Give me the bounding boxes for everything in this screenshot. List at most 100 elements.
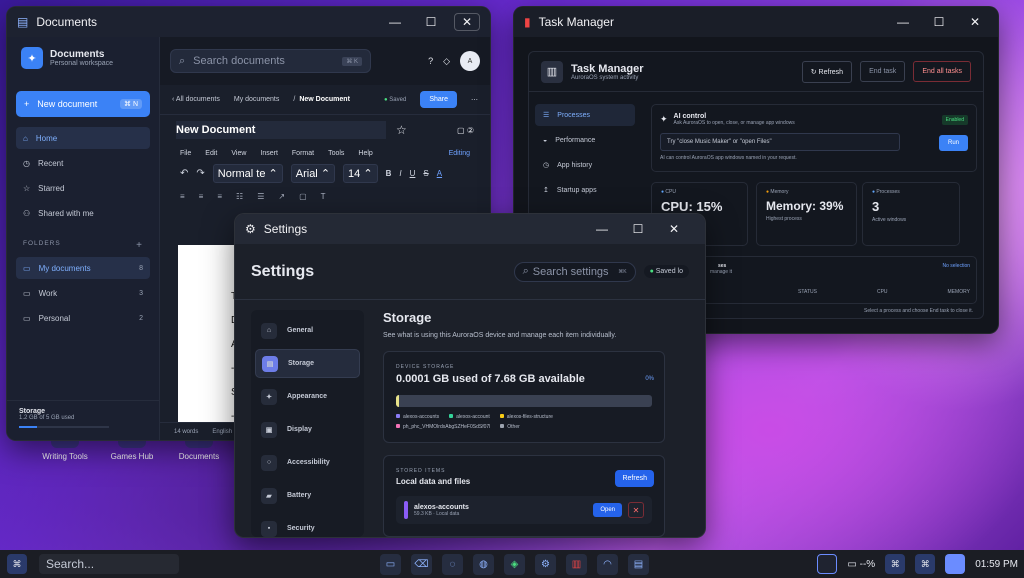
clear-format-icon[interactable]: T: [321, 192, 326, 201]
end-task-button[interactable]: End task: [860, 61, 906, 82]
col-memory[interactable]: MEMORY: [948, 289, 970, 295]
theme-icon[interactable]: ◇: [443, 56, 450, 67]
back-link[interactable]: ‹ All documents: [172, 96, 220, 103]
strikethrough-icon[interactable]: S: [423, 169, 428, 178]
task-manager-icon[interactable]: ▥: [566, 553, 587, 575]
list-icon[interactable]: ☷: [236, 192, 243, 201]
close-button[interactable]: ✕: [962, 13, 988, 31]
settings-titlebar[interactable]: ⚙ Settings — ☐ ✕: [235, 214, 705, 244]
link-icon[interactable]: ↗: [278, 192, 285, 201]
folder-item-my-documents[interactable]: ▭ My documents 8: [16, 257, 150, 279]
documents-titlebar[interactable]: ▤ Documents — ☐ ✕: [7, 7, 490, 37]
browser-icon[interactable]: ◍: [473, 553, 494, 575]
menu-tools[interactable]: Tools: [328, 150, 344, 157]
col-status[interactable]: STATUS: [798, 289, 817, 295]
underline-icon[interactable]: U: [410, 169, 416, 178]
menu-format[interactable]: Format: [292, 150, 314, 157]
tab-processes[interactable]: ☰ Processes: [535, 104, 635, 126]
nav-battery[interactable]: ▰ Battery: [255, 481, 360, 510]
minimize-button[interactable]: —: [890, 13, 916, 31]
share-button[interactable]: Share: [420, 91, 457, 108]
settings-icon[interactable]: ⚙: [535, 553, 556, 575]
editing-mode[interactable]: Editing: [449, 150, 470, 157]
col-cpu[interactable]: CPU: [877, 289, 888, 295]
undo-icon[interactable]: ↶: [180, 168, 188, 179]
search-input[interactable]: ⌕ Search documents ⌘ K: [170, 49, 371, 73]
italic-icon[interactable]: I: [399, 169, 401, 178]
help-icon[interactable]: ?: [428, 56, 433, 66]
taskbar-search-input[interactable]: Search...: [39, 554, 179, 574]
style-select[interactable]: Normal te ⌃: [212, 163, 283, 183]
bold-icon[interactable]: B: [386, 169, 392, 178]
sidebar-item-starred[interactable]: ☆ Starred: [16, 177, 150, 199]
delete-button[interactable]: ✕: [628, 502, 644, 518]
run-button[interactable]: Run: [938, 135, 968, 151]
sidebar-item-shared[interactable]: ⚇ Shared with me: [16, 202, 150, 224]
avatar[interactable]: A: [460, 51, 480, 71]
tab-app-history[interactable]: ◷ App history: [535, 154, 635, 176]
folder-item-personal[interactable]: ▭ Personal 2: [16, 307, 150, 329]
open-button[interactable]: Open: [593, 503, 622, 517]
new-document-label: New document: [37, 99, 98, 109]
nav-security[interactable]: ▪ Security: [255, 514, 360, 537]
app-switcher-icon[interactable]: ⌘: [885, 554, 906, 574]
image-icon[interactable]: ▢: [299, 192, 307, 201]
refresh-button[interactable]: ↻ Refresh: [801, 60, 853, 83]
ai-command-input[interactable]: Try "close Music Maker" or "open Files": [660, 133, 900, 151]
task-manager-titlebar[interactable]: ▮ Task Manager — ☐ ✕: [514, 7, 998, 37]
chat-icon[interactable]: ◌: [442, 553, 463, 575]
tab-startup-apps[interactable]: ↥ Startup apps: [535, 179, 635, 201]
menu-file[interactable]: File: [180, 150, 191, 157]
menu-insert[interactable]: Insert: [260, 150, 278, 157]
battery-status[interactable]: ▭ --%: [847, 559, 875, 570]
end-all-tasks-button[interactable]: End all tasks: [913, 61, 971, 82]
align-left-icon[interactable]: ≡: [180, 192, 185, 201]
folder-item-work[interactable]: ▭ Work 3: [16, 282, 150, 304]
close-button[interactable]: ✕: [454, 13, 480, 31]
maximize-button[interactable]: ☐: [418, 13, 444, 31]
document-icon[interactable]: ▤: [628, 553, 649, 575]
text-color-icon[interactable]: A: [437, 169, 442, 178]
wifi-icon[interactable]: ◠: [597, 553, 618, 575]
add-folder-button[interactable]: +: [136, 240, 143, 251]
files-icon[interactable]: ▭: [380, 553, 401, 575]
app-switcher-icon-2[interactable]: ⌘: [915, 554, 936, 574]
numbered-list-icon[interactable]: ☰: [257, 192, 264, 201]
star-icon[interactable]: ☆: [396, 123, 407, 137]
trash-icon[interactable]: ⌫: [411, 553, 432, 575]
search-input[interactable]: ⌕ Search settings ⌘K: [513, 261, 636, 282]
minimize-button[interactable]: —: [382, 13, 408, 31]
gamepad-icon[interactable]: ◈: [504, 553, 525, 575]
ai-assistant-icon[interactable]: [817, 554, 838, 574]
new-document-button[interactable]: + New document ⌘ N: [16, 91, 150, 117]
comments-icon[interactable]: ▢ ②: [457, 126, 474, 135]
menu-edit[interactable]: Edit: [205, 150, 217, 157]
maximize-button[interactable]: ☐: [625, 220, 651, 238]
nav-display[interactable]: ▣ Display: [255, 415, 360, 444]
nav-general[interactable]: ⌂ General: [255, 316, 360, 345]
sidebar-item-home[interactable]: ⌂ Home: [16, 127, 150, 149]
more-icon[interactable]: ⋯: [471, 96, 478, 104]
nav-accessibility[interactable]: ○ Accessibility: [255, 448, 360, 477]
nav-appearance[interactable]: ✦ Appearance: [255, 382, 360, 411]
tab-performance[interactable]: ◒ Performance: [535, 129, 635, 151]
clock[interactable]: 01:59 PM: [975, 559, 1018, 570]
close-button[interactable]: ✕: [661, 220, 687, 238]
redo-icon[interactable]: ↷: [196, 168, 204, 179]
selection-status: No selection: [942, 263, 970, 269]
menu-help[interactable]: Help: [358, 150, 372, 157]
refresh-button[interactable]: Refresh: [615, 470, 654, 487]
minimize-button[interactable]: —: [589, 220, 615, 238]
align-center-icon[interactable]: ≡: [199, 192, 204, 201]
notifications-icon[interactable]: [945, 554, 966, 574]
sidebar-item-recent[interactable]: ◷ Recent: [16, 152, 150, 174]
document-title-input[interactable]: New Document: [176, 121, 386, 139]
start-button[interactable]: ⌘: [7, 554, 27, 574]
crumb-folder[interactable]: My documents: [234, 96, 280, 103]
font-select[interactable]: Arial ⌃: [290, 163, 336, 183]
maximize-button[interactable]: ☐: [926, 13, 952, 31]
menu-view[interactable]: View: [231, 150, 246, 157]
size-select[interactable]: 14 ⌃: [343, 163, 378, 183]
nav-storage[interactable]: ▤ Storage: [255, 349, 360, 378]
align-right-icon[interactable]: ≡: [217, 192, 222, 201]
